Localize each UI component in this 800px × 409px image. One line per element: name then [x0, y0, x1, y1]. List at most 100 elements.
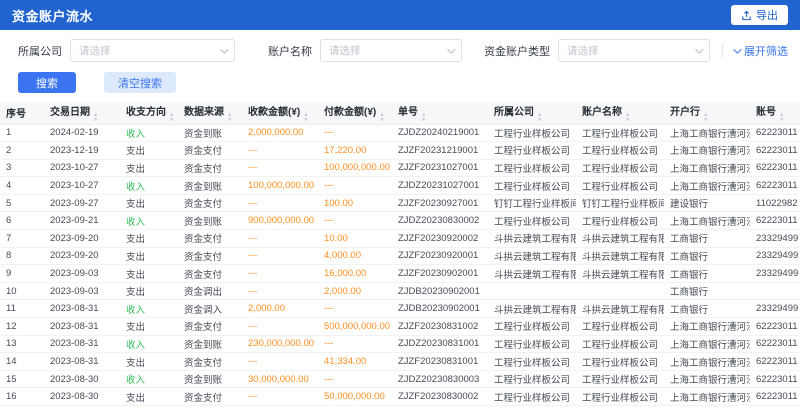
cell-account_no: 11022982	[750, 194, 800, 212]
table-body: 12024-02-19收入资金到账2,000,000.00---ZJDZ2024…	[0, 124, 800, 409]
cell-index: 9	[0, 265, 44, 283]
export-button[interactable]: 导出	[731, 5, 788, 25]
cell-account: 工程行业样板公司	[576, 388, 664, 406]
table-row: 42023-10-27收入资金到账100,000,000.00---ZJDZ20…	[0, 177, 800, 195]
filter-account-type-label: 资金账户类型	[484, 43, 550, 59]
cell-direction: 收入	[120, 212, 178, 230]
column-header-order_no[interactable]: 单号▲▼	[392, 102, 488, 124]
cell-order_no: ZJDZ20240219001	[392, 124, 488, 142]
column-header-index: 序号	[0, 102, 44, 124]
cell-source: 资金到账	[178, 177, 242, 195]
cell-order_no: ZJDZ20231027001	[392, 177, 488, 195]
cell-account: 工程行业样板公司	[576, 159, 664, 177]
cell-payment: 500,000,000.00	[318, 318, 392, 336]
cell-account: 工程行业样板公司	[576, 370, 664, 388]
divider	[722, 44, 723, 58]
cell-bank: 上海工商银行漕河泾支行	[664, 388, 750, 406]
sort-icon: ▲▼	[537, 113, 542, 122]
cell-date: 2023-09-20	[44, 247, 120, 265]
column-header-direction[interactable]: 收支方向▲▼	[120, 102, 178, 124]
cell-source: 资金支付	[178, 159, 242, 177]
cell-income: 30,000,000.00	[242, 370, 318, 388]
table-row: 122023-08-31支出资金支付---500,000,000.00ZJZF2…	[0, 318, 800, 336]
table-row: 22023-12-19支出资金支付---17,220.00ZJZF2023121…	[0, 142, 800, 160]
company-select[interactable]: 请选择	[70, 39, 235, 62]
cell-direction: 收入	[120, 300, 178, 318]
account-name-select[interactable]: 请选择	[320, 39, 462, 62]
expand-filters-link[interactable]: 展开筛选	[733, 43, 788, 59]
column-label: 付款金额(¥)	[324, 107, 376, 118]
cell-source: 资金支付	[178, 265, 242, 283]
filter-company-label: 所属公司	[18, 43, 62, 59]
column-header-bank[interactable]: 开户行▲▼	[664, 102, 750, 124]
fund-account-flow-page: 资金账户流水 导出 所属公司 请选择 账户名称 请选择	[0, 0, 800, 409]
cell-account_no: 62223011	[750, 388, 800, 406]
cell-date: 2023-10-27	[44, 159, 120, 177]
cell-date: 2023-09-20	[44, 230, 120, 248]
table-row: 172023-08-30支出资金支付---3,320.00ZJZF2023083…	[0, 406, 800, 409]
cell-account: 工程行业样板公司	[576, 212, 664, 230]
cell-account_no: 62223011	[750, 159, 800, 177]
cell-account	[576, 282, 664, 300]
table-header: 序号交易日期▲▼收支方向▲▼数据来源▲▼收款金额(¥)▲▼付款金额(¥)▲▼单号…	[0, 102, 800, 124]
cell-income: 900,000,000.00	[242, 212, 318, 230]
account-type-select[interactable]: 请选择	[558, 39, 710, 62]
cell-index: 2	[0, 142, 44, 160]
column-header-payment[interactable]: 付款金额(¥)▲▼	[318, 102, 392, 124]
cell-payment: ---	[318, 124, 392, 142]
cell-income: 2,000,000.00	[242, 124, 318, 142]
cell-income: ---	[242, 265, 318, 283]
cell-bank: 上海工商银行漕河泾支行	[664, 177, 750, 195]
sort-icon: ▲▼	[421, 113, 426, 122]
cell-account: 工程行业样板公司	[576, 406, 664, 409]
column-header-source[interactable]: 数据来源▲▼	[178, 102, 242, 124]
cell-payment: 2,000.00	[318, 282, 392, 300]
cell-account_no: 62223011	[750, 318, 800, 336]
cell-source: 资金支付	[178, 353, 242, 371]
column-header-account_no[interactable]: 账号▲▼	[750, 102, 800, 124]
column-header-income[interactable]: 收款金额(¥)▲▼	[242, 102, 318, 124]
export-icon	[741, 10, 752, 21]
cell-payment: 41,334.00	[318, 353, 392, 371]
cell-source: 资金到账	[178, 335, 242, 353]
cell-company	[488, 282, 576, 300]
page-header: 资金账户流水 导出	[0, 0, 800, 30]
column-label: 账户名称	[582, 107, 622, 118]
cell-source: 资金支付	[178, 406, 242, 409]
cell-income: ---	[242, 388, 318, 406]
cell-payment: 100.00	[318, 194, 392, 212]
cell-income: ---	[242, 406, 318, 409]
cell-index: 1	[0, 124, 44, 142]
cell-direction: 支出	[120, 142, 178, 160]
column-header-account[interactable]: 账户名称▲▼	[576, 102, 664, 124]
column-label: 所属公司	[494, 107, 534, 118]
table-row: 152023-08-30收入资金到账30,000,000.00---ZJDZ20…	[0, 370, 800, 388]
action-bar: 搜索 清空搜索	[0, 62, 800, 102]
column-header-date[interactable]: 交易日期▲▼	[44, 102, 120, 124]
table-row: 32023-10-27支出资金支付---100,000,000.00ZJZF20…	[0, 159, 800, 177]
cell-source: 资金到账	[178, 370, 242, 388]
cell-direction: 支出	[120, 318, 178, 336]
cell-date: 2023-10-27	[44, 177, 120, 195]
cell-order_no: ZJZF20231219001	[392, 142, 488, 160]
column-label: 序号	[6, 109, 26, 120]
column-header-company[interactable]: 所属公司▲▼	[488, 102, 576, 124]
search-button[interactable]: 搜索	[18, 72, 76, 93]
cell-account_no: 62223011	[750, 124, 800, 142]
table-row: 142023-08-31支出资金支付---41,334.00ZJZF202308…	[0, 353, 800, 371]
cell-account: 斗拱云建筑工程有限公司	[576, 300, 664, 318]
cell-income: ---	[242, 230, 318, 248]
cell-index: 5	[0, 194, 44, 212]
sort-icon: ▲▼	[93, 113, 98, 122]
cell-payment: ---	[318, 335, 392, 353]
cell-date: 2023-08-30	[44, 406, 120, 409]
clear-search-button[interactable]: 清空搜索	[104, 72, 176, 93]
cell-company: 工程行业样板公司	[488, 370, 576, 388]
cell-income: ---	[242, 282, 318, 300]
sort-icon: ▲▼	[703, 113, 708, 122]
cell-index: 10	[0, 282, 44, 300]
cell-account_no: 62223011	[750, 177, 800, 195]
sort-icon: ▲▼	[303, 113, 308, 122]
sort-icon: ▲▼	[625, 113, 630, 122]
cell-source: 资金支付	[178, 230, 242, 248]
